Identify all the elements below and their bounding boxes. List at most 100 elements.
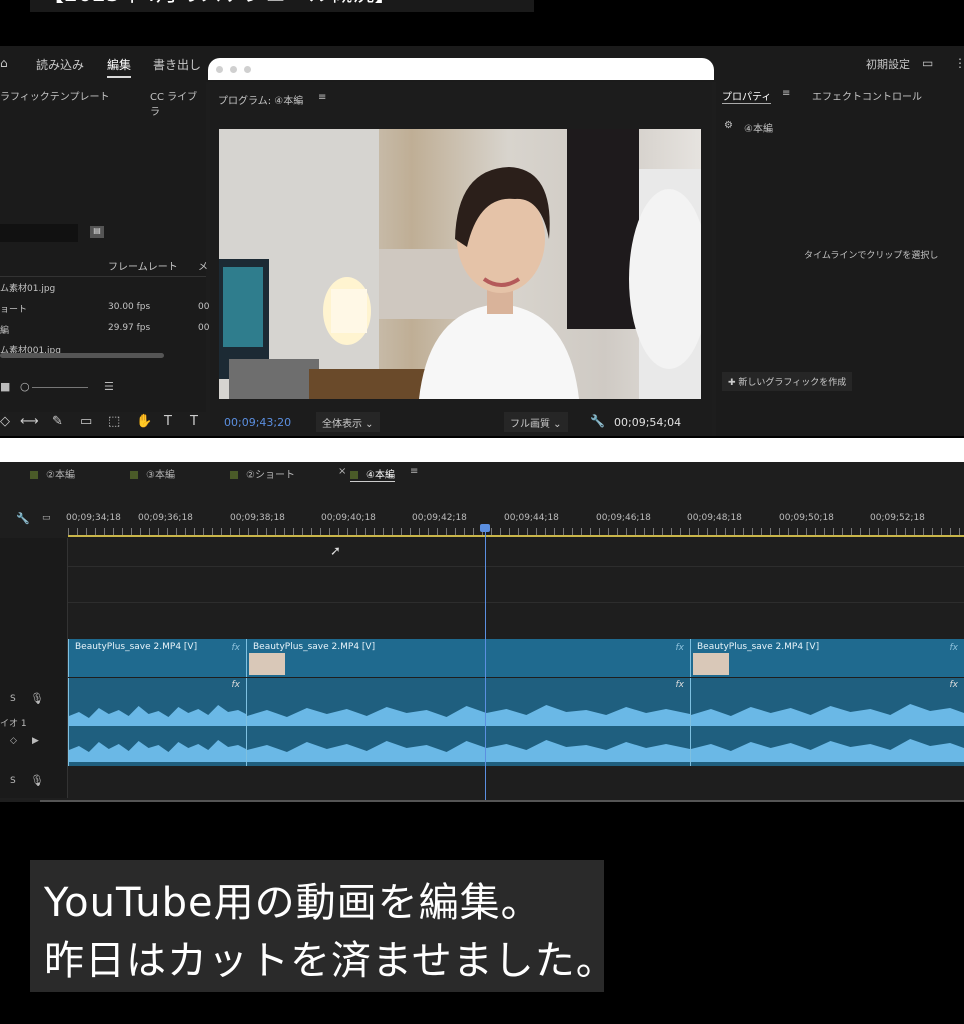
selected-sequence-name: ④本編 <box>744 124 773 135</box>
zoom-level-select[interactable]: 全体表示 ⌄ <box>316 412 380 432</box>
window-dot-icon[interactable] <box>216 66 223 73</box>
play-icon[interactable]: ▶ <box>32 736 39 746</box>
properties-panel: プロパティ ≡ エフェクトコントロール ⚙ ④本編 タイムラインでクリップを選択… <box>716 82 964 436</box>
menu-import[interactable]: 読み込み <box>36 56 84 73</box>
menu-export[interactable]: 書き出し <box>153 56 201 73</box>
home-icon[interactable]: ⌂ <box>0 56 8 70</box>
ruler-timecode: 00;09;36;18 <box>138 513 193 523</box>
caption-line-1: YouTube用の動画を編集。 <box>44 880 542 926</box>
ruler-timecode: 00;09;52;18 <box>870 513 925 523</box>
column-frame-rate[interactable]: フレームレート <box>108 258 178 273</box>
browser-window-bar <box>208 58 714 80</box>
tab-graphic-templates[interactable]: ラフィックテンプレート <box>0 88 110 103</box>
menu-edit[interactable]: 編集 <box>107 56 132 78</box>
waveform-left <box>247 705 690 726</box>
audio-track-label: イオ 1 <box>0 719 27 729</box>
slip-tool-icon[interactable]: ⟷ <box>20 414 39 429</box>
solo-toggle[interactable]: S <box>10 694 16 704</box>
timeline-tab[interactable]: ②本編 <box>30 466 75 481</box>
subtitle-caption: YouTube用の動画を編集。 昨日はカットを済ませました。 <box>30 860 616 992</box>
ruler-timecode: 00;09;46;18 <box>596 513 651 523</box>
timeline-tab-active[interactable]: ④本編 <box>350 466 395 482</box>
program-monitor: プログラム: ④本編 ≡ 00;09;43;20 全体表示 ⌄ フル画質 ⌄ 🔧… <box>210 82 712 436</box>
fx-badge: fx <box>949 643 959 653</box>
waveform-right <box>247 740 690 762</box>
list-view-icon[interactable]: ■ <box>0 380 10 393</box>
search-input[interactable] <box>0 224 78 242</box>
new-graphic-button[interactable]: ✚ 新しいグラフィックを作成 <box>722 372 853 391</box>
tab-properties[interactable]: プロパティ <box>722 88 772 104</box>
project-item-media: 00 <box>198 302 210 312</box>
preferences-label[interactable]: 初期設定 <box>866 56 910 72</box>
hand-tool-icon[interactable]: ✋ <box>136 414 152 429</box>
fx-badge: fx <box>949 680 959 690</box>
wrench-icon[interactable]: 🔧 <box>16 512 30 525</box>
solo-toggle[interactable]: S <box>10 776 16 786</box>
horizontal-scrollbar[interactable] <box>40 800 964 802</box>
window-dot-icon[interactable] <box>230 66 237 73</box>
panel-menu-icon[interactable]: ≡ <box>410 466 418 477</box>
project-item-name[interactable]: ム素材01.jpg <box>0 281 55 294</box>
empty-selection-hint: タイムラインでクリップを選択し <box>804 251 939 261</box>
toolbar: ◇ ⟷ ✎ ▭ ⬚ ✋ T T <box>0 408 210 436</box>
zoom-slider[interactable]: ■ ○ ☰ <box>0 380 206 396</box>
column-media[interactable]: メ <box>198 258 208 273</box>
mouse-cursor-icon: ➚ <box>330 544 341 559</box>
fx-badge: fx <box>675 680 685 690</box>
project-item-name[interactable]: 編 <box>0 323 9 336</box>
microphone-icon[interactable]: 🎙 <box>30 692 44 705</box>
captions-icon[interactable]: ▭ <box>42 513 51 523</box>
panel-layout-icon[interactable]: ▭ <box>922 56 933 70</box>
panel-menu-icon[interactable]: ≡ <box>318 92 326 103</box>
sort-icon[interactable]: ☰ <box>104 380 114 393</box>
more-icon[interactable]: ⋮ <box>954 56 964 70</box>
new-bin-icon[interactable]: ▤ <box>90 226 104 238</box>
work-area-bar[interactable] <box>68 535 964 537</box>
video-clip[interactable]: BeautyPlus_save 2.MP4 [V] fx <box>68 639 246 677</box>
zoom-level-value: 全体表示 <box>322 419 362 430</box>
new-graphic-label: 新しいグラフィックを作成 <box>738 378 847 388</box>
sequence-icon: ⚙ <box>724 120 733 131</box>
tab-cc-libraries[interactable]: CC ライブラ <box>150 88 206 118</box>
video-clip[interactable]: BeautyPlus_save 2.MP4 [V] fx <box>246 639 690 677</box>
microphone-icon[interactable]: 🎙 <box>30 774 44 787</box>
video-clip[interactable]: BeautyPlus_save 2.MP4 [V] fx <box>690 639 964 677</box>
window-dot-icon[interactable] <box>244 66 251 73</box>
audio-clip[interactable]: fx <box>246 678 690 766</box>
video-frame-image <box>219 129 701 399</box>
timeline-tab-label: ②本編 <box>46 470 75 481</box>
project-panel: ラフィックテンプレート CC ライブラ ▤ フレームレート メ ム素材01.jp… <box>0 82 210 412</box>
wrench-icon[interactable]: 🔧 <box>590 414 605 428</box>
tab-effect-controls[interactable]: エフェクトコントロール <box>812 88 922 103</box>
panel-menu-icon[interactable]: ≡ <box>782 88 790 99</box>
clip-thumbnail <box>249 653 285 675</box>
playhead-line[interactable] <box>485 530 486 802</box>
project-item-fps: 30.00 fps <box>108 302 151 312</box>
timeline-tab-label: ④本編 <box>366 470 395 481</box>
project-item-fps: 29.97 fps <box>108 323 151 333</box>
slider-handle[interactable]: ○ <box>20 380 30 393</box>
rectangle-tool-icon[interactable]: ▭ <box>80 414 92 429</box>
audio-clip[interactable]: fx <box>68 678 246 766</box>
pen-tool-icon[interactable]: ✎ <box>52 414 63 429</box>
ruler-timecode: 00;09;50;18 <box>779 513 834 523</box>
type-tool-icon[interactable]: T <box>164 414 172 429</box>
select-tool-icon[interactable]: ⬚ <box>108 414 120 429</box>
scrollbar[interactable] <box>0 353 164 358</box>
ruler-timecode: 00;09;48;18 <box>687 513 742 523</box>
program-monitor-title[interactable]: プログラム: ④本編 <box>218 92 303 107</box>
audio-clip[interactable]: fx <box>690 678 964 766</box>
video-preview[interactable] <box>219 129 701 399</box>
playback-resolution-select[interactable]: フル画質 ⌄ <box>504 412 568 432</box>
ruler-timecode: 00;09;34;18 <box>66 513 121 523</box>
timeline-tab[interactable]: ②ショート <box>230 466 295 481</box>
ripple-edit-icon[interactable]: ◇ <box>0 414 10 429</box>
vertical-type-tool-icon[interactable]: T <box>190 414 198 429</box>
close-tab-icon[interactable]: × <box>338 466 346 477</box>
keyframe-icon[interactable]: ◇ <box>10 736 17 746</box>
project-item-name[interactable]: ョート <box>0 302 27 315</box>
timeline-tab[interactable]: ③本編 <box>130 466 175 481</box>
current-timecode[interactable]: 00;09;43;20 <box>224 416 291 429</box>
separator <box>0 438 964 462</box>
clip-label: BeautyPlus_save 2.MP4 [V] <box>75 642 198 652</box>
